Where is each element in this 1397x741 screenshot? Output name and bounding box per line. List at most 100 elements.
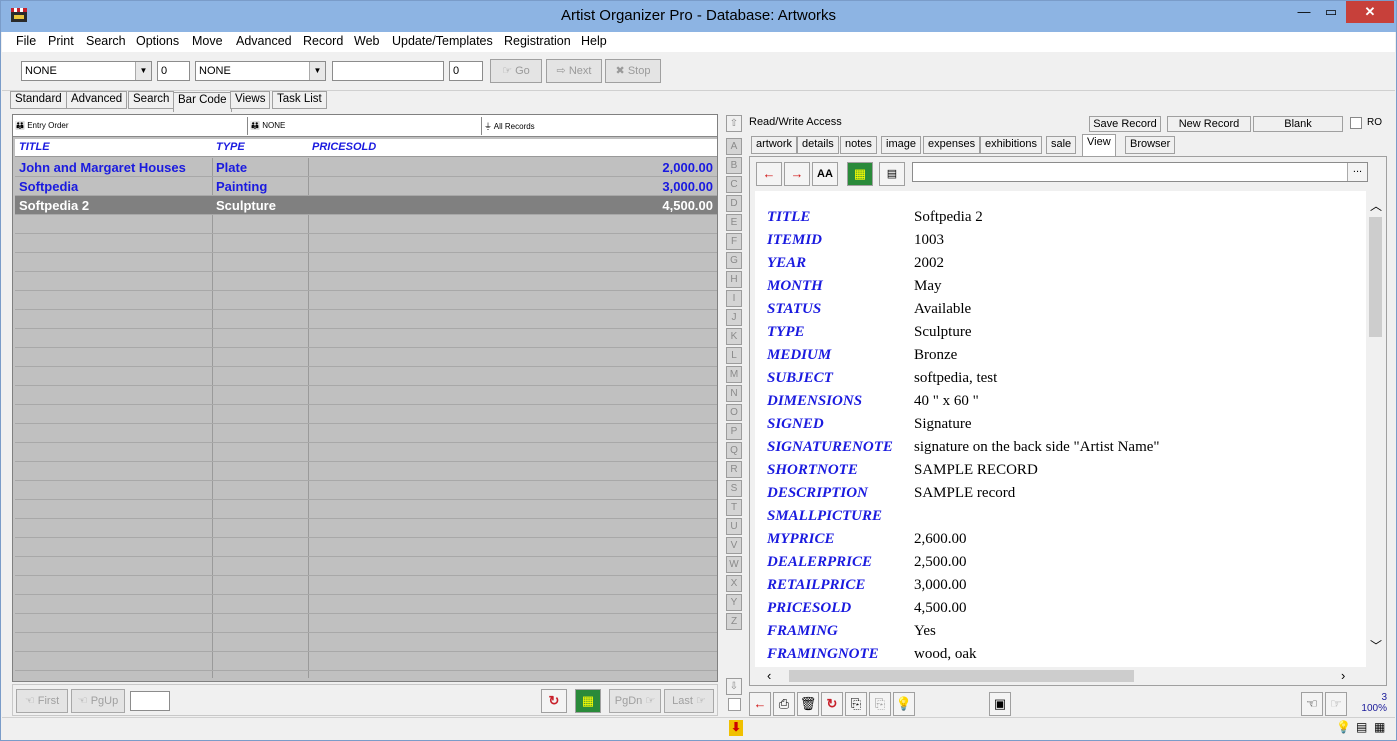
refresh-icon[interactable]: ↻ (821, 692, 843, 716)
arrow-left-icon[interactable]: ← (756, 162, 782, 186)
horizontal-scrollbar[interactable]: ‹ › (755, 667, 1366, 685)
alpha-checkbox[interactable] (728, 698, 741, 711)
menu-search[interactable]: Search (86, 34, 126, 48)
hand-right-icon[interactable]: ☞ (1325, 692, 1347, 716)
chevron-down-icon[interactable]: ﹀ (1370, 637, 1382, 654)
tab-advanced[interactable]: Advanced (66, 91, 128, 109)
printer-icon[interactable]: ⎙ (773, 692, 795, 716)
table-row-empty[interactable] (15, 633, 717, 652)
alpha-letter-v[interactable]: V (726, 537, 742, 554)
menu-move[interactable]: Move (192, 34, 223, 48)
column-type[interactable]: TYPE (216, 141, 245, 153)
alpha-letter-a[interactable]: A (726, 138, 742, 155)
alpha-letter-q[interactable]: Q (726, 442, 742, 459)
form-layout-icon[interactable]: ▤ (879, 162, 905, 186)
table-row-empty[interactable] (15, 671, 717, 678)
menu-file[interactable]: File (16, 34, 36, 48)
alpha-letter-j[interactable]: J (726, 309, 742, 326)
ro-checkbox[interactable] (1350, 117, 1362, 129)
minimize-button[interactable]: — (1291, 1, 1317, 23)
chevron-up-icon[interactable]: ︿ (1370, 197, 1382, 214)
table-row[interactable]: John and Margaret Houses Plate 2,000.00 (15, 158, 717, 177)
table-row-empty[interactable] (15, 329, 717, 348)
trash-icon[interactable]: 🗑 (797, 692, 819, 716)
alpha-letter-r[interactable]: R (726, 461, 742, 478)
chevron-down-icon[interactable]: ▼ (135, 62, 151, 80)
first-button[interactable]: ☜ First (16, 689, 68, 713)
table-row-empty[interactable] (15, 291, 717, 310)
table-row-empty[interactable] (15, 253, 717, 272)
table-row[interactable]: Softpedia Painting 3,000.00 (15, 177, 717, 196)
arrow-right-icon[interactable]: → (784, 162, 810, 186)
chevron-down-icon[interactable]: ▼ (309, 62, 325, 80)
alpha-letter-x[interactable]: X (726, 575, 742, 592)
alpha-letter-m[interactable]: M (726, 366, 742, 383)
close-button[interactable]: ✕ (1346, 1, 1394, 23)
save-record-button[interactable]: Save Record (1089, 116, 1161, 132)
last-button[interactable]: Last ☞ (664, 689, 714, 713)
alpha-letter-o[interactable]: O (726, 404, 742, 421)
table-row-empty[interactable] (15, 595, 717, 614)
alpha-letter-p[interactable]: P (726, 423, 742, 440)
arrow-up-icon[interactable]: ⇧ (726, 115, 742, 132)
sort-2[interactable]: 👪 NONE (250, 117, 482, 135)
document-icon[interactable]: ▣ (989, 692, 1011, 716)
scroll-thumb[interactable] (1369, 217, 1382, 337)
column-title[interactable]: TITLE (19, 141, 50, 153)
menu-record[interactable]: Record (303, 34, 343, 48)
tab-details[interactable]: details (797, 136, 839, 154)
table-row-empty[interactable] (15, 215, 717, 234)
menu-web[interactable]: Web (354, 34, 379, 48)
abc-blocks-icon[interactable]: ▦ (575, 689, 601, 713)
view-address-input[interactable]: ... (912, 162, 1368, 182)
tab-bar-code[interactable]: Bar Code (173, 92, 232, 112)
font-size-icon[interactable]: AA (812, 162, 838, 186)
alpha-letter-y[interactable]: Y (726, 594, 742, 611)
alpha-letter-b[interactable]: B (726, 157, 742, 174)
blank-button[interactable]: Blank (1253, 116, 1343, 132)
table-row-empty[interactable] (15, 234, 717, 253)
browse-button[interactable]: ... (1347, 163, 1367, 181)
alpha-letter-h[interactable]: H (726, 271, 742, 288)
tab-notes[interactable]: notes (840, 136, 877, 154)
alpha-letter-s[interactable]: S (726, 480, 742, 497)
tab-view[interactable]: View (1082, 134, 1116, 156)
table-row-empty[interactable] (15, 272, 717, 291)
alpha-letter-w[interactable]: W (726, 556, 742, 573)
alpha-letter-d[interactable]: D (726, 195, 742, 212)
tab-sale[interactable]: sale (1046, 136, 1077, 154)
jump-input[interactable] (130, 691, 170, 711)
alpha-letter-f[interactable]: F (726, 233, 742, 250)
pgdn-button[interactable]: PgDn ☞ (609, 689, 661, 713)
alpha-letter-i[interactable]: I (726, 290, 742, 307)
alpha-letter-z[interactable]: Z (726, 613, 742, 630)
alpha-letter-k[interactable]: K (726, 328, 742, 345)
alpha-letter-u[interactable]: U (726, 518, 742, 535)
copy-record-icon[interactable]: ⎘ (845, 692, 867, 716)
alpha-letter-c[interactable]: C (726, 176, 742, 193)
arrow-left-icon[interactable]: ← (749, 692, 771, 716)
tab-artwork[interactable]: artwork (751, 136, 798, 154)
maximize-button[interactable]: ▭ (1317, 1, 1345, 23)
table-row-empty[interactable] (15, 462, 717, 481)
menu-help[interactable]: Help (581, 34, 607, 48)
table-row-empty[interactable] (15, 538, 717, 557)
table-row-empty[interactable] (15, 519, 717, 538)
tab-views[interactable]: Views (230, 91, 271, 109)
alpha-letter-t[interactable]: T (726, 499, 742, 516)
table-row-empty[interactable] (15, 576, 717, 595)
filter[interactable]: ⏚ All Records (484, 117, 717, 135)
table-row-empty[interactable] (15, 614, 717, 633)
tab-browser[interactable]: Browser (1125, 136, 1176, 154)
sort-1[interactable]: 👪 Entry Order (15, 117, 248, 135)
menu-options[interactable]: Options (136, 34, 179, 48)
table-row-empty[interactable] (15, 481, 717, 500)
field-combo-1[interactable]: NONE ▼ (21, 61, 152, 81)
menu-registration[interactable]: Registration (504, 34, 571, 48)
alpha-letter-e[interactable]: E (726, 214, 742, 231)
lightbulb-icon[interactable]: 💡 (893, 692, 915, 716)
refresh-icon[interactable]: ↻ (541, 689, 567, 713)
scroll-thumb[interactable] (789, 670, 1134, 682)
alpha-letter-l[interactable]: L (726, 347, 742, 364)
tab-standard[interactable]: Standard (10, 91, 67, 109)
